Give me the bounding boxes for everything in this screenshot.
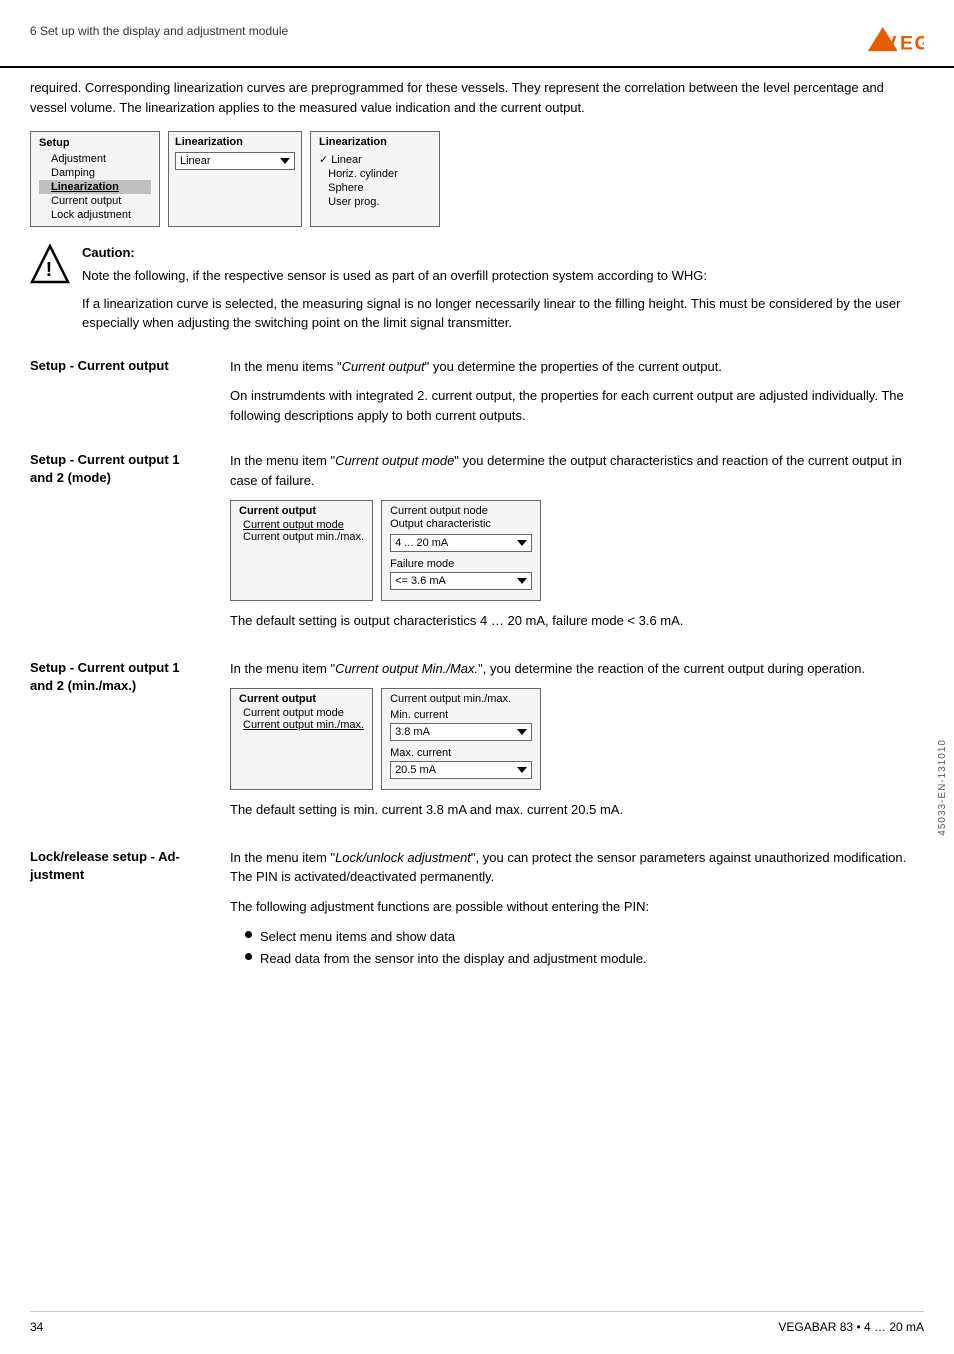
- linearization-ui-panels: Setup Adjustment Damping Linearization C…: [30, 131, 924, 227]
- mode-right-panel: Current output node Output characteristi…: [381, 500, 541, 601]
- product-info: VEGABAR 83 • 4 … 20 mA: [778, 1320, 924, 1334]
- bullet-text-1: Select menu items and show data: [260, 926, 455, 948]
- svg-text:!: !: [46, 259, 53, 281]
- linearization-label: Linearization: [175, 136, 295, 148]
- output-characteristic-field[interactable]: 4 ... 20 mA: [390, 534, 532, 552]
- current-output-mode-para: In the menu item "Current output mode" y…: [230, 451, 924, 490]
- caution-para1: Note the following, if the respective se…: [82, 266, 924, 286]
- linearization-options-panel: Linearization ✓ Linear Horiz. cylinder S…: [310, 131, 440, 227]
- section-lock: Lock/release setup - Ad- justment In the…: [30, 848, 924, 971]
- current-output-mode-label: Setup - Current output 1 and 2 (mode): [30, 451, 230, 643]
- bullet-dot-icon-1: [245, 931, 252, 938]
- failure-mode-field[interactable]: <= 3.6 mA: [390, 572, 532, 590]
- current-minmax-para: In the menu item "Current output Min./Ma…: [230, 659, 924, 679]
- bullet-dot-icon-2: [245, 953, 252, 960]
- section-title: 6 Set up with the display and adjustment…: [30, 18, 288, 38]
- page-number: 34: [30, 1320, 43, 1334]
- vertical-text-container: 45033-EN-131010: [930, 300, 954, 1274]
- setup-menu-title: Setup: [39, 136, 151, 150]
- caution-icon: !: [30, 245, 70, 285]
- lock-content: In the menu item "Lock/unlock adjustment…: [230, 848, 924, 971]
- linearization-value: Linear: [180, 155, 211, 167]
- max-current-label: Max. current: [390, 747, 532, 759]
- section-current-output-mode: Setup - Current output 1 and 2 (mode) In…: [30, 451, 924, 643]
- bullet-item-1: Select menu items and show data: [245, 926, 924, 948]
- linearization-options-label: Linearization: [319, 136, 431, 148]
- current-output-para1: In the menu items "Current output" you d…: [230, 357, 924, 377]
- vega-logo-svg: EGA V: [864, 18, 924, 58]
- current-minmax-label: Setup - Current output 1 and 2 (min./max…: [30, 659, 230, 832]
- linearization-select[interactable]: Linear: [175, 152, 295, 170]
- minmax-default-text: The default setting is min. current 3.8 …: [230, 800, 924, 820]
- current-output-content: In the menu items "Current output" you d…: [230, 357, 924, 436]
- dropdown-arrow-icon-3: [517, 578, 527, 584]
- minmax-left-panel: Current output Current output mode Curre…: [230, 688, 373, 790]
- caution-title: Caution:: [82, 245, 924, 260]
- dropdown-arrow-icon: [280, 158, 290, 164]
- current-output-mode-content: In the menu item "Current output mode" y…: [230, 451, 924, 643]
- minmax-ui-panels: Current output Current output mode Curre…: [230, 688, 924, 790]
- svg-text:EGA: EGA: [900, 33, 924, 55]
- current-output-label: Setup - Current output: [30, 357, 230, 436]
- mode-default-text: The default setting is output characteri…: [230, 611, 924, 631]
- setup-menu-panel: Setup Adjustment Damping Linearization C…: [30, 131, 160, 227]
- minmax-item-2: Current output min./max.: [239, 719, 364, 731]
- page-footer: 34 VEGABAR 83 • 4 … 20 mA: [30, 1311, 924, 1334]
- current-output-para2: On instrumdents with integrated 2. curre…: [230, 386, 924, 425]
- dropdown-arrow-icon-5: [517, 767, 527, 773]
- minmax-item-1: Current output mode: [239, 707, 364, 719]
- bullet-text-2: Read data from the sensor into the displ…: [260, 948, 647, 970]
- option-horiz-cylinder: Horiz. cylinder: [319, 167, 431, 181]
- section-current-minmax: Setup - Current output 1 and 2 (min./max…: [30, 659, 924, 832]
- min-current-field[interactable]: 3.8 mA: [390, 723, 532, 741]
- mode-right-label1: Current output node: [390, 505, 532, 517]
- caution-section: ! Caution: Note the following, if the re…: [30, 245, 924, 341]
- menu-item-lock-adjustment: Lock adjustment: [39, 208, 151, 222]
- min-current-value: 3.8 mA: [395, 726, 430, 738]
- main-content: required. Corresponding linearization cu…: [0, 78, 954, 986]
- minmax-left-title: Current output: [239, 693, 364, 705]
- lock-bullet-list: Select menu items and show data Read dat…: [245, 926, 924, 970]
- minmax-right-panel: Current output min./max. Min. current 3.…: [381, 688, 541, 790]
- lock-para1: In the menu item "Lock/unlock adjustment…: [230, 848, 924, 887]
- section-current-output: Setup - Current output In the menu items…: [30, 357, 924, 436]
- mode-left-panel: Current output Current output mode Curre…: [230, 500, 373, 601]
- failure-mode-value: <= 3.6 mA: [395, 575, 446, 587]
- max-current-field[interactable]: 20.5 mA: [390, 761, 532, 779]
- output-characteristic-value: 4 ... 20 mA: [395, 537, 448, 549]
- mode-right-label2: Output characteristic: [390, 518, 532, 530]
- bullet-item-2: Read data from the sensor into the displ…: [245, 948, 924, 970]
- minmax-right-title: Current output min./max.: [390, 693, 532, 705]
- linearization-dropdown-panel: Linearization Linear: [168, 131, 302, 227]
- caution-para2: If a linearization curve is selected, th…: [82, 294, 924, 333]
- min-current-label: Min. current: [390, 709, 532, 721]
- page-header: 6 Set up with the display and adjustment…: [0, 0, 954, 68]
- menu-item-linearization: Linearization: [39, 180, 151, 194]
- dropdown-arrow-icon-4: [517, 729, 527, 735]
- current-minmax-content: In the menu item "Current output Min./Ma…: [230, 659, 924, 832]
- mode-item-2: Current output min./max.: [239, 531, 364, 543]
- option-user-prog: User prog.: [319, 195, 431, 209]
- mode-ui-panels: Current output Current output mode Curre…: [230, 500, 924, 601]
- option-linear: ✓ Linear: [319, 152, 431, 167]
- page-container: 6 Set up with the display and adjustment…: [0, 0, 954, 1354]
- failure-mode-label: Failure mode: [390, 558, 532, 570]
- menu-item-damping: Damping: [39, 166, 151, 180]
- menu-item-current-output: Current output: [39, 194, 151, 208]
- caution-text-block: Caution: Note the following, if the resp…: [82, 245, 924, 341]
- warning-triangle-icon: !: [30, 244, 70, 286]
- dropdown-arrow-icon-2: [517, 540, 527, 546]
- option-sphere: Sphere: [319, 181, 431, 195]
- svg-text:V: V: [884, 33, 899, 55]
- max-current-value: 20.5 mA: [395, 764, 436, 776]
- mode-item-1: Current output mode: [239, 519, 364, 531]
- lock-label: Lock/release setup - Ad- justment: [30, 848, 230, 971]
- check-icon: ✓: [319, 153, 328, 166]
- intro-paragraph: required. Corresponding linearization cu…: [30, 78, 924, 117]
- menu-item-adjustment: Adjustment: [39, 152, 151, 166]
- mode-left-title: Current output: [239, 505, 364, 517]
- lock-para2: The following adjustment functions are p…: [230, 897, 924, 917]
- vertical-document-id: 45033-EN-131010: [937, 739, 948, 836]
- vega-logo: EGA V: [864, 18, 924, 58]
